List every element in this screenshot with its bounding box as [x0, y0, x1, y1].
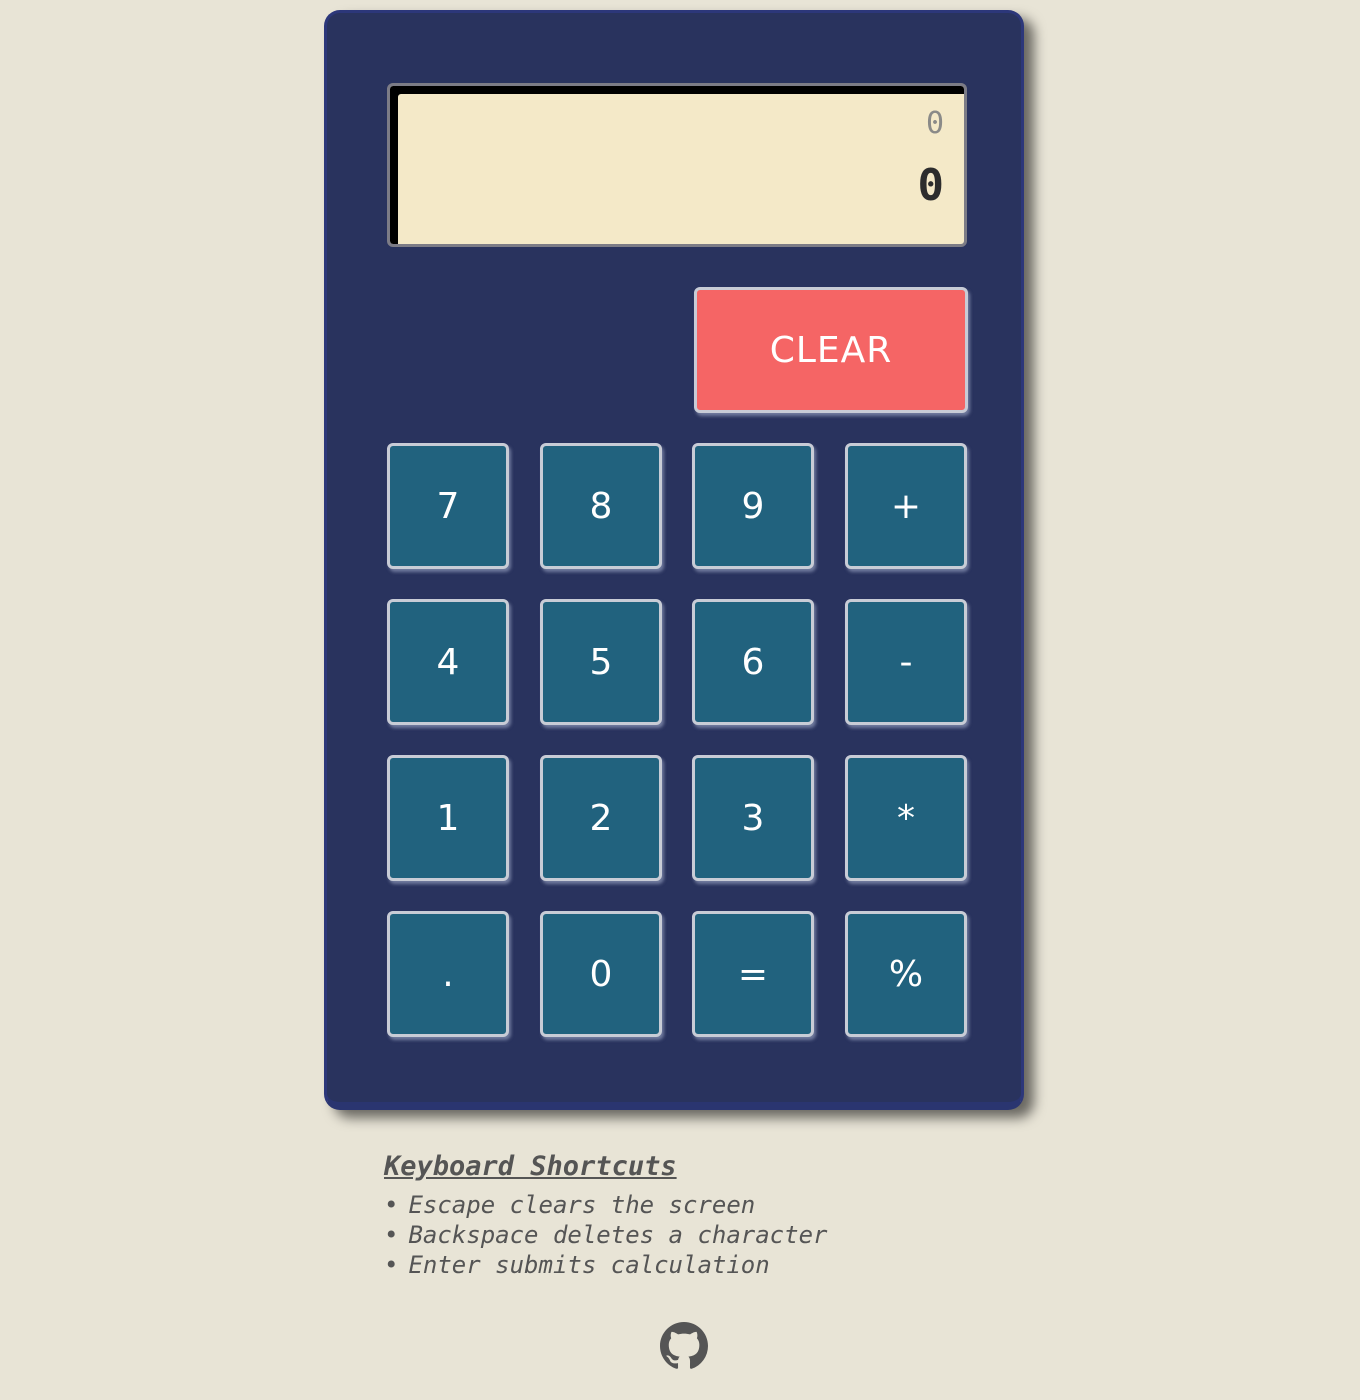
shortcut-text: Escape clears the screen — [408, 1191, 756, 1219]
bullet-icon: • — [384, 1251, 399, 1279]
keyboard-shortcuts: Keyboard Shortcuts • Escape clears the sc… — [384, 1148, 827, 1280]
key-1-button[interactable]: 1 — [387, 755, 509, 881]
shortcut-text: Backspace deletes a character — [408, 1221, 828, 1249]
shortcuts-title: Keyboard Shortcuts — [384, 1151, 677, 1182]
multiply-button[interactable]: * — [845, 755, 967, 881]
shortcut-item: • Enter submits calculation — [384, 1250, 827, 1280]
key-2-button[interactable]: 2 — [540, 755, 662, 881]
subtract-button[interactable]: - — [845, 599, 967, 725]
key-4-button[interactable]: 4 — [387, 599, 509, 725]
bullet-icon: • — [384, 1191, 399, 1219]
key-0-button[interactable]: 0 — [540, 911, 662, 1037]
add-button[interactable]: + — [845, 443, 967, 569]
key-9-button[interactable]: 9 — [692, 443, 814, 569]
display: 0 0 — [387, 83, 967, 247]
key-3-button[interactable]: 3 — [692, 755, 814, 881]
shortcut-item: • Backspace deletes a character — [384, 1220, 827, 1250]
percent-button[interactable]: % — [845, 911, 967, 1037]
shortcut-text: Enter submits calculation — [408, 1251, 770, 1279]
previous-operand: 0 — [925, 106, 944, 141]
shortcut-item: • Escape clears the screen — [384, 1190, 827, 1220]
key-7-button[interactable]: 7 — [387, 443, 509, 569]
key-5-button[interactable]: 5 — [540, 599, 662, 725]
key-8-button[interactable]: 8 — [540, 443, 662, 569]
decimal-button[interactable]: . — [387, 911, 509, 1037]
equals-button[interactable]: = — [692, 911, 814, 1037]
github-icon[interactable] — [660, 1322, 708, 1370]
current-operand: 0 — [917, 160, 945, 211]
calculator: 0 0 CLEAR 7 8 9 + 4 5 6 - 1 2 3 * . 0 = … — [324, 10, 1024, 1110]
clear-button[interactable]: CLEAR — [694, 287, 968, 413]
key-6-button[interactable]: 6 — [692, 599, 814, 725]
bullet-icon: • — [384, 1221, 399, 1249]
